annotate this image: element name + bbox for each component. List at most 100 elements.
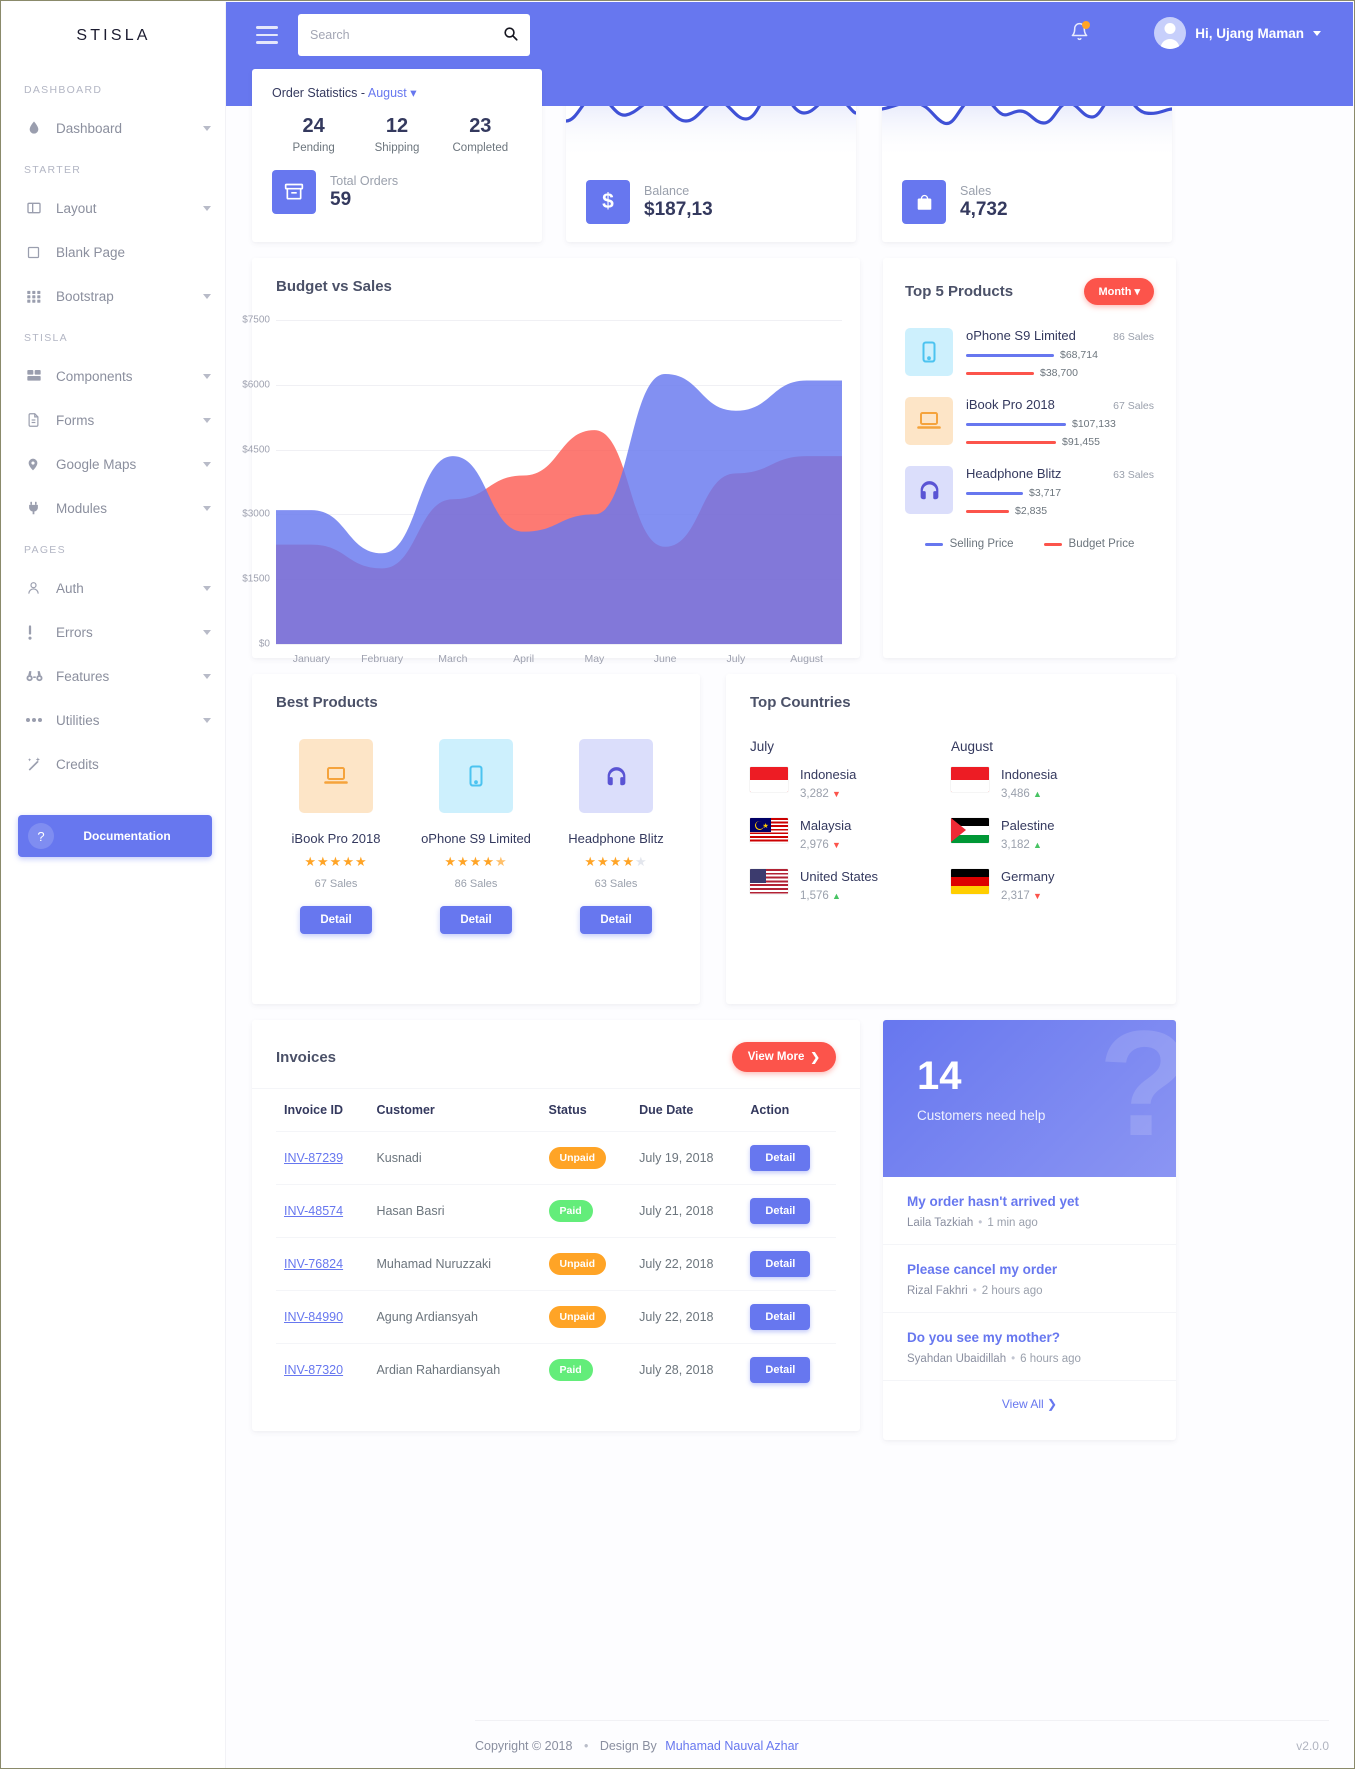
chart-legend-item: Budget Price (1043, 538, 1134, 550)
chevron-down-icon[interactable] (203, 373, 211, 379)
detail-button[interactable]: Detail (440, 906, 512, 934)
column-header: Invoice ID (284, 1103, 344, 1117)
support-card: ? 14 Customers need help My order hasn't… (883, 1020, 1176, 1440)
budget-price-value: $38,700 (1040, 367, 1078, 379)
sidebar-item-auth[interactable]: Auth (2, 566, 225, 610)
detail-button[interactable]: Detail (750, 1145, 811, 1171)
table-header-row: Invoice ID Customer Status Due Date Action (276, 1089, 836, 1132)
month-filter-label: Month (1098, 286, 1132, 298)
sidebar-item-forms[interactable]: Forms (2, 398, 225, 442)
search-icon[interactable] (503, 26, 518, 44)
chevron-down-icon[interactable] (203, 461, 211, 467)
country-row: Germany 2,317 ▼ (951, 869, 1152, 902)
best-product-sales: 67 Sales (314, 878, 358, 890)
invoice-id-link[interactable]: INV-87239 (284, 1151, 343, 1165)
question-mark-icon: ? (1098, 1020, 1176, 1158)
view-more-button[interactable]: View More ❯ (731, 1042, 836, 1072)
month-filter-button[interactable]: Month ▾ (1084, 278, 1154, 305)
country-name: Malaysia (800, 818, 852, 833)
sidebar-item-features[interactable]: Features (2, 654, 225, 698)
chart-plot-area: $0 $1500 $3000 $4500 $6000 $7500 January Febru… (242, 315, 842, 665)
chevron-down-icon[interactable] (203, 673, 211, 679)
search-input[interactable] (310, 28, 503, 42)
brand[interactable]: STISLA (2, 2, 225, 70)
support-message-item[interactable]: Do you see my mother? Syahdan Ubaidillah •… (883, 1313, 1176, 1381)
sidebar-item-components[interactable]: Components (2, 354, 225, 398)
search-box[interactable] (298, 14, 530, 56)
balance-label: Balance (644, 183, 690, 198)
detail-button[interactable]: Detail (750, 1304, 811, 1330)
top-product-row[interactable]: iBook Pro 2018 67 Sales $107,133 $91,455 (883, 388, 1176, 457)
order-stat-pending: 24 Pending (272, 115, 355, 154)
user-menu[interactable]: Hi, Ujang Maman (1154, 17, 1321, 49)
detail-button[interactable]: Detail (580, 906, 652, 934)
table-row: INV-87239 Kusnadi Unpaid July 19, 2018 Detai… (276, 1131, 836, 1185)
invoice-id-link[interactable]: INV-84990 (284, 1310, 343, 1324)
y-axis-tick-label: $0 (258, 638, 270, 650)
chevron-down-icon[interactable] (203, 585, 211, 591)
country-value: 1,576 (800, 890, 829, 902)
hamburger-menu-icon[interactable] (256, 26, 278, 49)
sidebar-item-credits[interactable]: Credits (2, 742, 225, 786)
top-product-row[interactable]: Headphone Blitz 63 Sales $3,717 $2,835 (883, 457, 1176, 526)
budget-price-value: $2,835 (1015, 505, 1048, 517)
chevron-down-icon[interactable] (203, 629, 211, 635)
detail-button[interactable]: Detail (750, 1198, 811, 1224)
sidebar-section-starter: STARTER (24, 164, 82, 176)
chevron-down-icon[interactable] (203, 293, 211, 299)
sidebar-item-bootstrap[interactable]: Bootstrap (2, 274, 225, 318)
flag-usa-icon (750, 869, 788, 894)
chevron-down-icon[interactable] (203, 505, 211, 511)
month-dropdown[interactable]: August (368, 86, 407, 100)
invoice-id-link[interactable]: INV-76824 (284, 1257, 343, 1271)
sidebar-section-pages: PAGES (24, 544, 66, 556)
country-row: Indonesia 3,282 ▼ (750, 767, 951, 800)
top-countries-column: August Indonesia 3,486 ▲ Palestine 3,182 ▲ Ge… (951, 739, 1152, 920)
order-stat-label: Shipping (374, 142, 420, 154)
chevron-down-icon[interactable] (203, 205, 211, 211)
invoice-due-date: July 22, 2018 (631, 1237, 743, 1291)
separator-dot: • (972, 1285, 977, 1297)
detail-button[interactable]: Detail (300, 906, 372, 934)
author-link[interactable]: Muhamad Nauval Azhar (665, 1739, 798, 1753)
support-message-item[interactable]: Please cancel my order Rizal Fakhri • 2 hou… (883, 1245, 1176, 1313)
archive-icon (272, 170, 316, 214)
chevron-down-icon[interactable] (203, 717, 211, 723)
sidebar-item-errors[interactable]: Errors (2, 610, 225, 654)
notifications-bell-icon[interactable] (1070, 21, 1090, 47)
chevron-down-icon[interactable]: ▾ (407, 86, 416, 100)
y-axis-tick-label: $3000 (242, 508, 270, 520)
invoice-id-link[interactable]: INV-48574 (284, 1204, 343, 1218)
sidebar-item-dashboard[interactable]: Dashboard (2, 106, 225, 150)
sidebar-item-utilities[interactable]: Utilities (2, 698, 225, 742)
top-product-row[interactable]: oPhone S9 Limited 86 Sales $68,714 $38,700 (883, 319, 1176, 388)
chevron-down-icon[interactable] (1313, 30, 1321, 36)
copyright-text: Copyright © 2018 (475, 1739, 573, 1753)
support-message-item[interactable]: My order hasn't arrived yet Laila Tazkiah… (883, 1177, 1176, 1245)
sidebar-item-label: Errors (56, 624, 93, 640)
legend-swatch (1043, 542, 1062, 546)
flag-malaysia-icon: ★ (750, 818, 788, 843)
invoice-id-link[interactable]: INV-87320 (284, 1363, 343, 1377)
trend-down-icon: ▼ (831, 840, 841, 850)
chevron-down-icon[interactable] (203, 125, 211, 131)
chevron-down-icon[interactable] (203, 417, 211, 423)
detail-button[interactable]: Detail (750, 1251, 811, 1277)
invoice-customer: Agung Ardiansyah (368, 1290, 541, 1344)
documentation-button[interactable]: ? Documentation (18, 815, 212, 857)
trend-down-icon: ▼ (1032, 891, 1042, 901)
sidebar-item-layout[interactable]: Layout (2, 186, 225, 230)
invoice-due-date: July 21, 2018 (631, 1184, 743, 1238)
sidebar-item-blank-page[interactable]: Blank Page (2, 230, 225, 274)
sidebar-item-google-maps[interactable]: Google Maps (2, 442, 225, 486)
country-name: Germany (1001, 869, 1055, 884)
order-statistics-title: Order Statistics - August ▾ (272, 85, 522, 100)
view-all-button[interactable]: View All ❯ (883, 1381, 1176, 1427)
sidebar-item-label: Components (56, 368, 133, 384)
status-badge: Unpaid (548, 1306, 607, 1328)
sidebar-item-modules[interactable]: Modules (2, 486, 225, 530)
message-time: 2 hours ago (981, 1285, 1043, 1297)
trend-up-icon: ▲ (1032, 789, 1042, 799)
country-name: Indonesia (800, 767, 857, 782)
detail-button[interactable]: Detail (750, 1357, 811, 1383)
